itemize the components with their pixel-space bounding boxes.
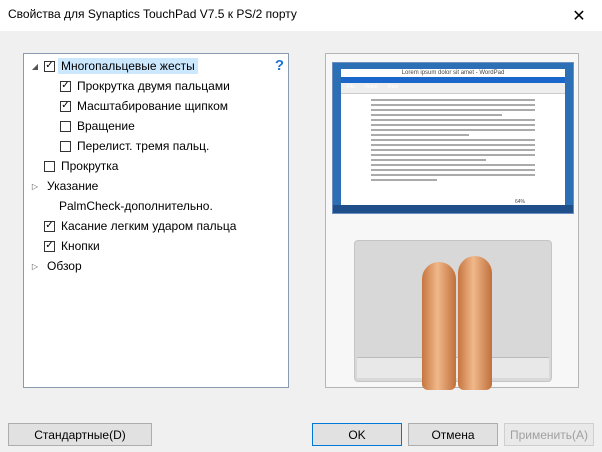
tree-item-label: Касание легким ударом пальца: [61, 219, 237, 233]
preview-document-text: [371, 99, 535, 199]
preview-ribbon-tab: File: [347, 84, 356, 90]
gesture-preview: Lorem ipsum dolor sit amet - WordPad Fil…: [325, 53, 579, 390]
checkbox-rotation[interactable]: [60, 120, 71, 132]
checkbox-pinch-zoom[interactable]: ✓: [60, 100, 71, 112]
tree-item-label: Прокрутка: [61, 159, 119, 173]
tree-item-label: Прокрутка двумя пальцами: [77, 79, 230, 93]
tree-item-label: Многопальцевые жесты: [58, 58, 198, 74]
tree-item-pinch-zoom[interactable]: ✓ Масштабирование щипком: [60, 96, 231, 116]
expand-arrow-icon[interactable]: ◢: [30, 62, 40, 71]
title-bar: Свойства для Synaptics TouchPad V7.5 к P…: [0, 0, 602, 31]
tree-item-scrolling[interactable]: Прокрутка: [44, 156, 121, 176]
checkbox-two-finger-scroll[interactable]: ✓: [60, 80, 71, 92]
tree-item-multifinger[interactable]: ◢ ✓ Многопальцевые жесты: [30, 56, 198, 76]
tree-item-label: PalmCheck-дополнительно.: [59, 199, 213, 213]
expand-arrow-icon[interactable]: ▷: [30, 262, 40, 271]
tree-item-palmcheck[interactable]: PalmCheck-дополнительно.: [56, 196, 216, 216]
tree-item-label: Вращение: [77, 119, 135, 133]
tree-item-label: Обзор: [47, 259, 82, 273]
checkbox-three-finger-flip[interactable]: [60, 140, 71, 152]
help-icon[interactable]: ?: [275, 57, 284, 74]
window-title: Свойства для Synaptics TouchPad V7.5 к P…: [8, 7, 297, 21]
tree-item-rotation[interactable]: Вращение: [60, 116, 138, 136]
checkbox-multifinger[interactable]: ✓: [44, 60, 55, 72]
tree-item-label: Кнопки: [61, 239, 100, 253]
tree-item-three-finger-flip[interactable]: Перелист. тремя пальц.: [60, 136, 212, 156]
preview-ribbon-tab: Home: [364, 84, 378, 90]
preview-app-title: Lorem ipsum dolor sit amet - WordPad: [401, 70, 505, 76]
ok-button[interactable]: OK: [312, 423, 402, 446]
preview-taskbar: [333, 205, 573, 213]
preview-ribbon-tab: View: [387, 84, 398, 90]
cancel-button[interactable]: Отмена: [408, 423, 498, 446]
defaults-button[interactable]: Стандартные(D): [8, 423, 152, 446]
preview-screen: Lorem ipsum dolor sit amet - WordPad Fil…: [332, 62, 574, 214]
close-button[interactable]: ✕: [556, 0, 602, 31]
checkbox-tapping[interactable]: ✓: [44, 220, 55, 232]
checkbox-scrolling[interactable]: [44, 160, 55, 172]
tree-item-pointing[interactable]: ▷ Указание: [30, 176, 101, 196]
tree-item-two-finger-scroll[interactable]: ✓ Прокрутка двумя пальцами: [60, 76, 233, 96]
finger-left-icon: [422, 262, 456, 390]
checkbox-buttons[interactable]: ✓: [44, 240, 55, 252]
tree-item-label: Указание: [47, 179, 99, 193]
settings-tree[interactable]: ? ◢ ✓ Многопальцевые жесты ✓ Прокрутка д…: [23, 53, 289, 388]
tree-item-label: Масштабирование щипком: [77, 99, 229, 113]
finger-right-icon: [458, 256, 492, 390]
tree-item-label: Перелист. тремя пальц.: [77, 139, 210, 153]
tree-item-buttons[interactable]: ✓ Кнопки: [44, 236, 103, 256]
tree-item-tapping[interactable]: ✓ Касание легким ударом пальца: [44, 216, 239, 236]
apply-button[interactable]: Применить(A): [504, 423, 594, 446]
expand-arrow-icon[interactable]: ▷: [30, 182, 40, 191]
preview-app-window: Lorem ipsum dolor sit amet - WordPad Fil…: [341, 69, 565, 207]
tree-item-overview[interactable]: ▷ Обзор: [30, 256, 85, 276]
